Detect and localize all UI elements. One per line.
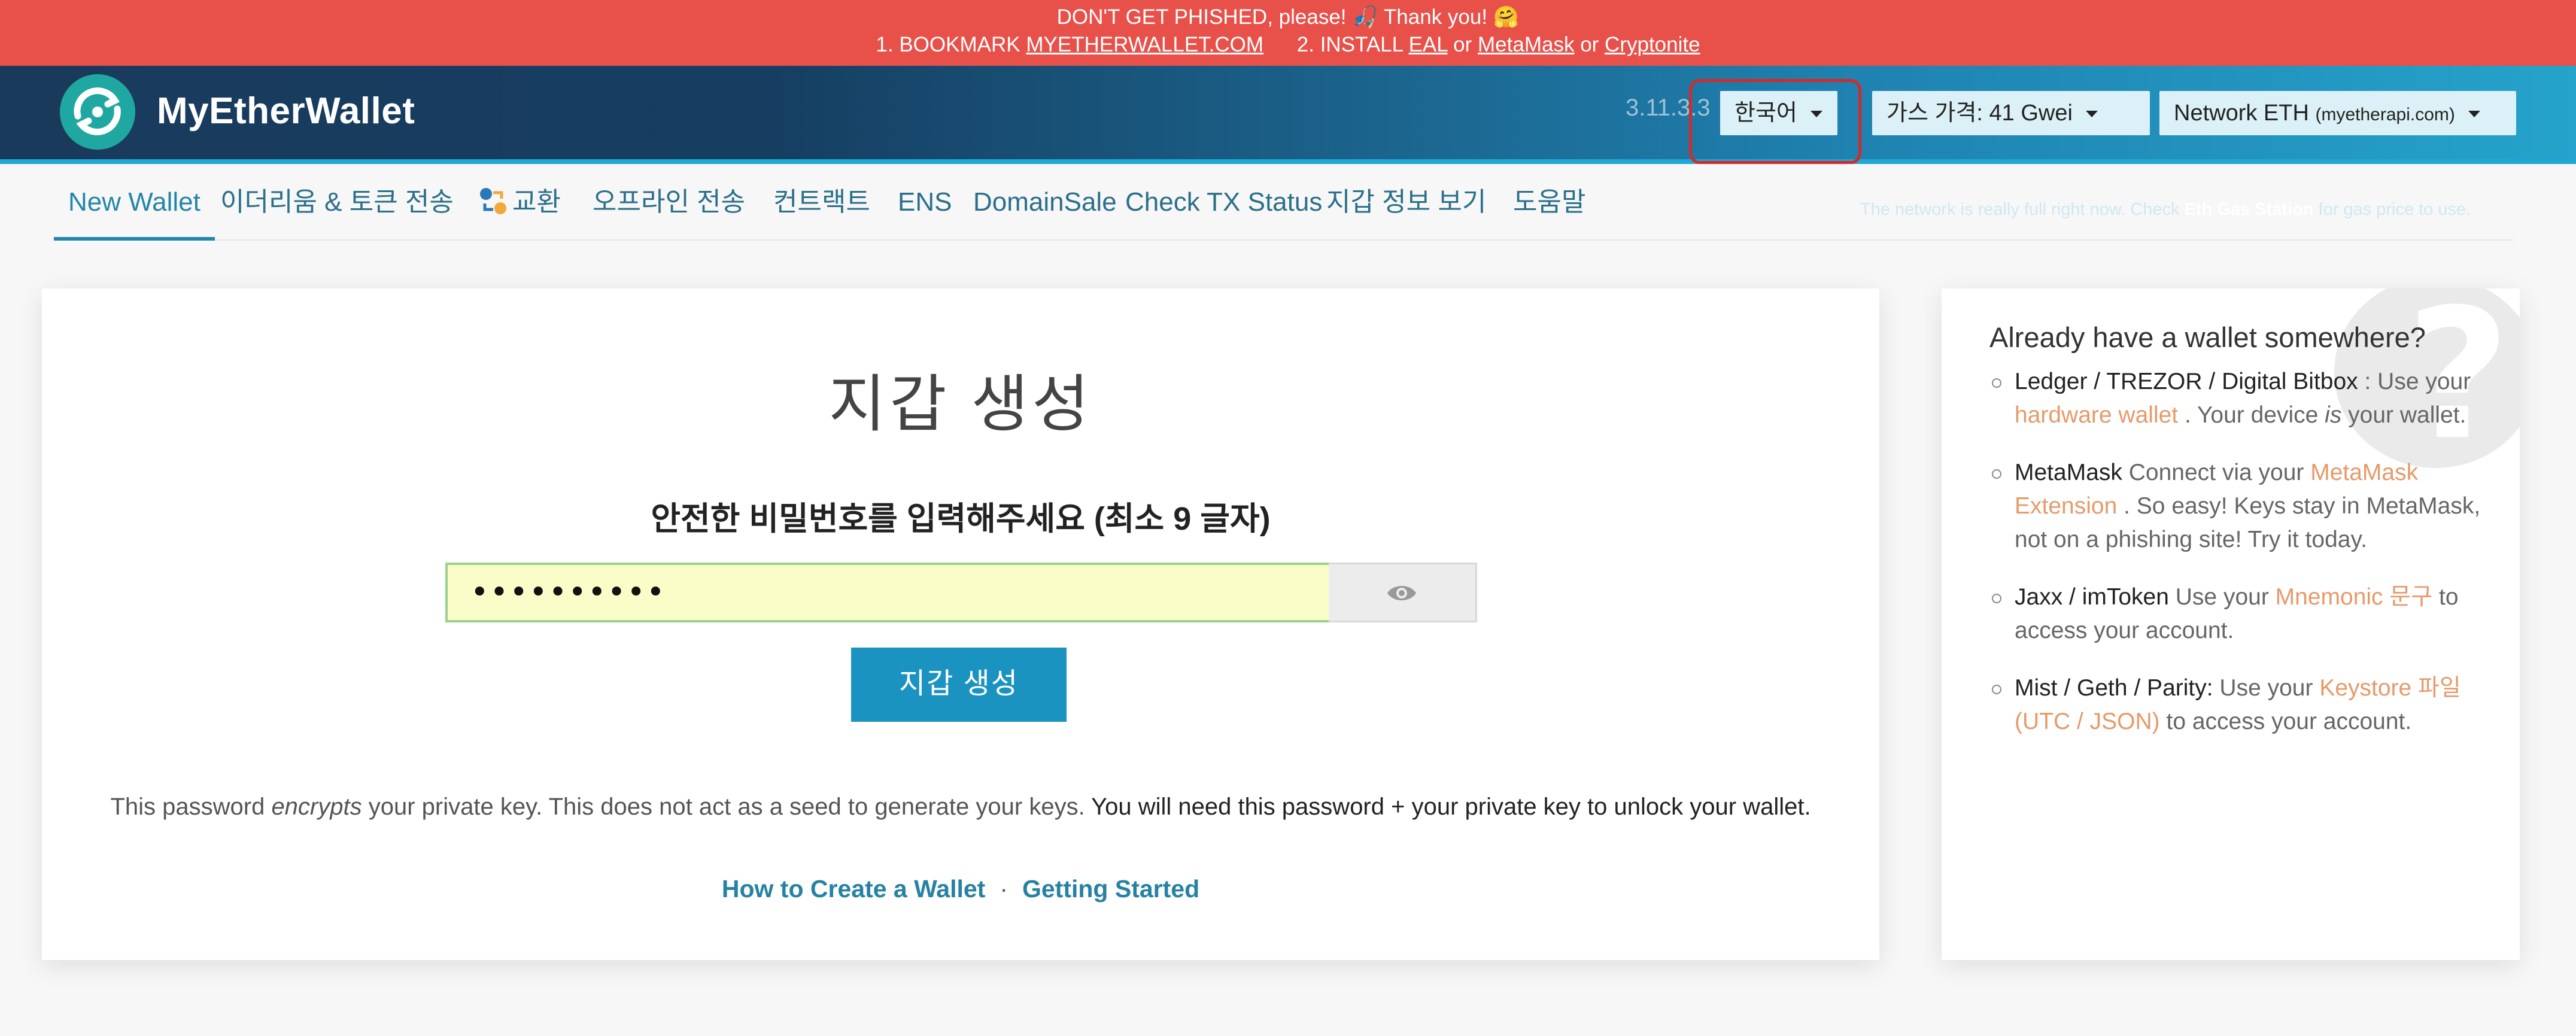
banner-or-1: or [1453, 33, 1472, 56]
brand-name[interactable]: MyEtherWallet [157, 90, 415, 132]
gas-price-label: 가스 가격: 41 Gwei [1887, 101, 2073, 126]
chevron-down-icon [2085, 111, 2098, 118]
item-text: to access your account. [2159, 709, 2412, 734]
item-text: Use your [2213, 675, 2320, 701]
tab-check-tx-status[interactable]: Check TX Status [1125, 177, 1322, 241]
tab-contracts[interactable]: 컨트랙트 [773, 177, 870, 241]
banner-line-1: DON'T GET PHISHED, please! 🎣 Thank you! … [1056, 5, 1520, 29]
bookmark-link[interactable]: MYETHERWALLET.COM [1026, 33, 1263, 56]
gas-price-dropdown[interactable]: 가스 가격: 41 Gwei [1872, 91, 2150, 135]
eye-icon [1387, 586, 1416, 600]
item-text: : Use your [2358, 369, 2471, 394]
tab-ens[interactable]: ENS [898, 177, 952, 241]
logo-icon[interactable] [60, 74, 135, 150]
item-title: Ledger / TREZOR / Digital Bitbox [2015, 369, 2358, 394]
banner-or-2: or [1580, 33, 1599, 56]
banner-step2-text: 2. INSTALL [1296, 33, 1403, 56]
tab-view-wallet-info[interactable]: 지갑 정보 보기 [1326, 177, 1486, 241]
metamask-link[interactable]: MetaMask [1478, 33, 1574, 56]
banner-step1-text: 1. BOOKMARK [876, 33, 1020, 56]
eal-link[interactable]: EAL [1409, 33, 1448, 56]
tab-domainsale[interactable]: DomainSale [973, 177, 1117, 241]
mnemonic-link[interactable]: Mnemonic 문구 [2276, 584, 2433, 610]
password-label: 안전한 비밀번호를 입력해주세요 (최소 9 글자) [651, 501, 1271, 537]
help-links: How to Create a Wallet · Getting Started [42, 875, 1879, 903]
side-title: Already have a wallet somewhere? [1989, 321, 2426, 353]
network-node: (myetherapi.com) [2315, 105, 2455, 124]
tab-send-ether-tokens[interactable]: 이더리움 & 토큰 전송 [220, 177, 454, 241]
tab-swap[interactable]: 교환 [478, 177, 561, 241]
existing-wallet-card: ? Already have a wallet somewhere? Ledge… [1942, 288, 2520, 960]
show-password-button[interactable] [1329, 563, 1477, 622]
network-label: Network ETH [2174, 101, 2309, 126]
list-item: MetaMask Connect via your MetaMask Exten… [1989, 456, 2492, 557]
banner-line-2: 1. BOOKMARK MYETHERWALLET.COM 2. INSTALL… [0, 31, 2576, 59]
item-emphasis: is [2325, 402, 2342, 428]
item-title: Jaxx / imToken [2015, 584, 2169, 610]
list-item: Ledger / TREZOR / Digital Bitbox : Use y… [1989, 365, 2492, 432]
create-wallet-card: 지갑 생성 안전한 비밀번호를 입력해주세요 (최소 9 글자) •••••••… [42, 288, 1879, 960]
item-title: MetaMask [2015, 460, 2122, 485]
language-highlight-annotation [1689, 79, 1861, 164]
phishing-warning-banner: DON'T GET PHISHED, please! 🎣 Thank you! … [0, 0, 2576, 66]
getting-started-link[interactable]: Getting Started [1022, 875, 1199, 903]
chevron-down-icon [2468, 111, 2480, 118]
note-text-2: your private key. This does not act as a… [368, 794, 1085, 820]
page-title: 지갑 생성 [828, 370, 1093, 439]
link-separator: · [1000, 875, 1008, 903]
tab-help[interactable]: 도움말 [1513, 177, 1585, 241]
password-input[interactable]: •••••••••• [445, 563, 1372, 622]
site-header: MyEtherWallet 3.11.3.3 한국어 가스 가격: 41 Gwe… [0, 66, 2576, 219]
list-item: Mist / Geth / Parity: Use your Keystore … [1989, 672, 2492, 739]
note-bold: You will need this password + your priva… [1091, 794, 1811, 820]
note-text-1: This password [110, 794, 265, 820]
item-text: your wallet. [2341, 402, 2466, 428]
swap-icon [480, 188, 506, 214]
item-text: . Your device [2178, 402, 2325, 428]
tab-new-wallet[interactable]: New Wallet [54, 177, 215, 241]
hardware-wallet-link[interactable]: hardware wallet [2015, 402, 2178, 428]
header-divider [0, 159, 2576, 164]
create-wallet-button[interactable]: 지갑 생성 [851, 648, 1067, 722]
list-item: Jaxx / imToken Use your Mnemonic 문구 to a… [1989, 581, 2492, 648]
how-to-create-wallet-link[interactable]: How to Create a Wallet [722, 875, 985, 903]
network-dropdown[interactable]: Network ETH (myetherapi.com) [2159, 91, 2516, 135]
item-text: Use your [2168, 584, 2276, 610]
tab-offline-send[interactable]: 오프라인 전송 [593, 177, 745, 241]
password-note: This password encrypts your private key.… [42, 794, 1879, 821]
item-text: Connect via your [2122, 460, 2311, 485]
main-nav: New Wallet 이더리움 & 토큰 전송 교환 오프라인 전송 컨트랙트 … [54, 177, 2514, 241]
note-emphasis: encrypts [271, 794, 362, 820]
item-title: Mist / Geth / Parity: [2015, 675, 2213, 701]
cryptonite-link[interactable]: Cryptonite [1605, 33, 1700, 56]
tab-swap-label: 교환 [512, 187, 561, 217]
wallet-options-list: Ledger / TREZOR / Digital Bitbox : Use y… [1989, 365, 2492, 762]
